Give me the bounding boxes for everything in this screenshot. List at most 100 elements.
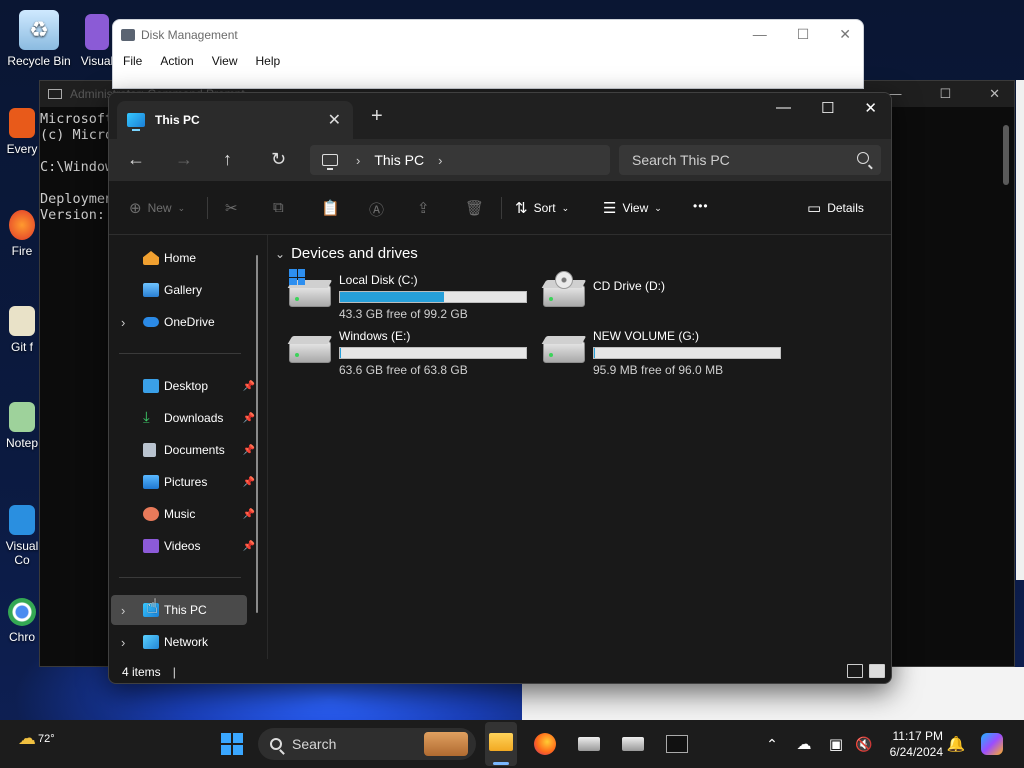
tab-close-icon[interactable]: ✕: [328, 110, 341, 130]
desktop-icon-notepad[interactable]: Notep: [0, 402, 44, 450]
pin-icon[interactable]: 📌: [243, 541, 255, 552]
copy-icon[interactable]: ⧉: [273, 199, 290, 216]
share-icon[interactable]: ⇪: [417, 199, 436, 217]
sidebar-item-music[interactable]: Music 📌: [111, 499, 255, 529]
cut-icon[interactable]: ✂: [225, 199, 244, 217]
chevron-right-icon[interactable]: ›: [121, 603, 125, 618]
taskbar-firefox[interactable]: [531, 730, 559, 758]
pin-icon[interactable]: 📌: [243, 509, 255, 520]
tab-this-pc[interactable]: This PC ✕: [117, 101, 353, 139]
weather-widget[interactable]: ☁ 72°: [18, 728, 55, 749]
close-icon[interactable]: ✕: [864, 99, 877, 117]
sidebar-item-desktop[interactable]: Desktop 📌: [111, 371, 255, 401]
sidebar-item-home[interactable]: Home: [111, 243, 247, 273]
drive-usage-fill: [340, 348, 341, 358]
sidebar-item-network[interactable]: › Network: [111, 627, 247, 657]
drive-item-c[interactable]: Local Disk (C:) 43.3 GB free of 99.2 GB: [275, 269, 527, 323]
cmd-line: Microsoft: [40, 111, 114, 127]
disk-management-menubar: File Action View Help: [113, 50, 863, 72]
sidebar-item-onedrive[interactable]: › OneDrive: [111, 307, 247, 337]
disk-management-window[interactable]: Disk Management — ☐ ✕ File Action View H…: [112, 19, 864, 89]
taskbar-disk-app-2[interactable]: [619, 730, 647, 758]
taskbar-disk-app-1[interactable]: [575, 730, 603, 758]
menu-view[interactable]: View: [212, 54, 238, 68]
explorer-tabbar[interactable]: This PC ✕ + — ☐ ✕: [109, 93, 891, 139]
close-icon[interactable]: ✕: [989, 86, 1000, 102]
minimize-icon[interactable]: —: [776, 99, 791, 117]
large-icons-view-icon[interactable]: [869, 664, 885, 678]
sidebar-item-documents[interactable]: Documents 📌: [111, 435, 255, 465]
pin-icon[interactable]: 📌: [243, 381, 255, 392]
notification-bell-icon[interactable]: 🔔: [942, 730, 970, 758]
new-button[interactable]: ⊕ New ⌄: [129, 199, 185, 217]
maximize-icon[interactable]: ☐: [797, 26, 810, 43]
search-input[interactable]: Search This PC: [619, 145, 881, 175]
menu-action[interactable]: Action: [160, 54, 193, 68]
breadcrumb-this-pc[interactable]: This PC: [374, 152, 424, 168]
drive-item-e[interactable]: Windows (E:) 63.6 GB free of 63.8 GB: [275, 329, 527, 379]
desktop-icon-vscode[interactable]: Visual Co: [0, 505, 44, 567]
more-options-button[interactable]: •••: [693, 199, 709, 213]
drive-item-g[interactable]: NEW VOLUME (G:) 95.9 MB free of 96.0 MB: [529, 329, 781, 379]
file-explorer-window[interactable]: This PC ✕ + — ☐ ✕ ← → ↑ ↻ › This PC › Se…: [108, 92, 892, 684]
sidebar-item-downloads[interactable]: ⤓ Downloads 📌: [111, 403, 255, 433]
rename-icon[interactable]: Ⓐ: [369, 199, 390, 220]
sidebar-item-this-pc[interactable]: › This PC: [111, 595, 247, 625]
details-view-icon[interactable]: [847, 664, 863, 678]
view-button[interactable]: ☰ View ⌄: [603, 199, 662, 217]
address-bar[interactable]: › This PC ›: [310, 145, 610, 175]
nav-divider: [119, 577, 241, 578]
sidebar-item-gallery[interactable]: Gallery: [111, 275, 247, 305]
pin-icon[interactable]: 📌: [243, 413, 255, 424]
refresh-icon[interactable]: ↻: [271, 149, 286, 170]
maximize-icon[interactable]: ☐: [939, 86, 951, 102]
chevron-right-icon[interactable]: ›: [356, 153, 360, 168]
chevron-right-icon[interactable]: ›: [121, 635, 125, 650]
desktop-icon-git[interactable]: Git f: [0, 306, 44, 354]
delete-icon[interactable]: 🗑: [465, 199, 490, 217]
close-icon[interactable]: ✕: [839, 26, 851, 43]
cloud-offline-icon[interactable]: ☁: [790, 730, 818, 758]
start-button[interactable]: [218, 730, 246, 758]
disk-management-titlebar[interactable]: Disk Management: [113, 20, 863, 50]
menu-help[interactable]: Help: [256, 54, 281, 68]
section-header-devices[interactable]: ⌄ Devices and drives: [275, 245, 418, 262]
chevron-right-icon[interactable]: ›: [438, 153, 442, 168]
minimize-icon[interactable]: —: [753, 26, 767, 43]
weather-temperature: 72°: [38, 732, 55, 745]
status-separator: |: [172, 665, 176, 679]
taskbar-terminal[interactable]: [663, 730, 691, 758]
scroll-thumb[interactable]: [1003, 125, 1009, 185]
maximize-icon[interactable]: ☐: [821, 99, 834, 117]
copilot-button[interactable]: [978, 730, 1006, 758]
details-label: Details: [827, 201, 864, 215]
nav-scrollbar[interactable]: [256, 255, 258, 613]
forward-arrow-icon[interactable]: →: [175, 149, 193, 170]
new-tab-button[interactable]: +: [371, 105, 383, 128]
menu-file[interactable]: File: [123, 54, 142, 68]
sidebar-item-videos[interactable]: Videos 📌: [111, 531, 255, 561]
chevron-up-icon[interactable]: ⌃: [758, 730, 786, 758]
desktop-icon-everything[interactable]: Every: [0, 108, 44, 156]
paste-icon[interactable]: 📋: [321, 199, 346, 217]
sort-button[interactable]: ⇅ Sort ⌄: [515, 199, 569, 217]
clock[interactable]: 11:17 PM 6/24/2024: [885, 728, 943, 760]
tab-title: This PC: [155, 113, 200, 127]
up-arrow-icon[interactable]: ↑: [223, 149, 232, 170]
network-icon[interactable]: ▣: [822, 730, 850, 758]
volume-muted-icon[interactable]: 🔇: [850, 730, 878, 758]
chevron-down-icon[interactable]: ⌄: [275, 247, 285, 261]
taskbar-file-explorer[interactable]: [485, 722, 517, 766]
taskbar-search[interactable]: Search: [258, 728, 476, 760]
desktop-icon-firefox[interactable]: Fire: [0, 210, 44, 258]
pin-icon[interactable]: 📌: [243, 477, 255, 488]
cmd-scrollbar[interactable]: [1003, 111, 1011, 631]
drive-item-d[interactable]: CD Drive (D:): [529, 271, 769, 323]
pin-icon[interactable]: 📌: [243, 445, 255, 456]
desktop-icon-recycle-bin[interactable]: ♻ Recycle Bin: [3, 10, 75, 68]
back-arrow-icon[interactable]: ←: [127, 149, 145, 170]
sidebar-item-pictures[interactable]: Pictures 📌: [111, 467, 255, 497]
chevron-right-icon[interactable]: ›: [121, 315, 125, 330]
details-button[interactable]: ▭ Details: [807, 199, 864, 217]
desktop-icon-chrome[interactable]: Chro: [0, 598, 44, 644]
